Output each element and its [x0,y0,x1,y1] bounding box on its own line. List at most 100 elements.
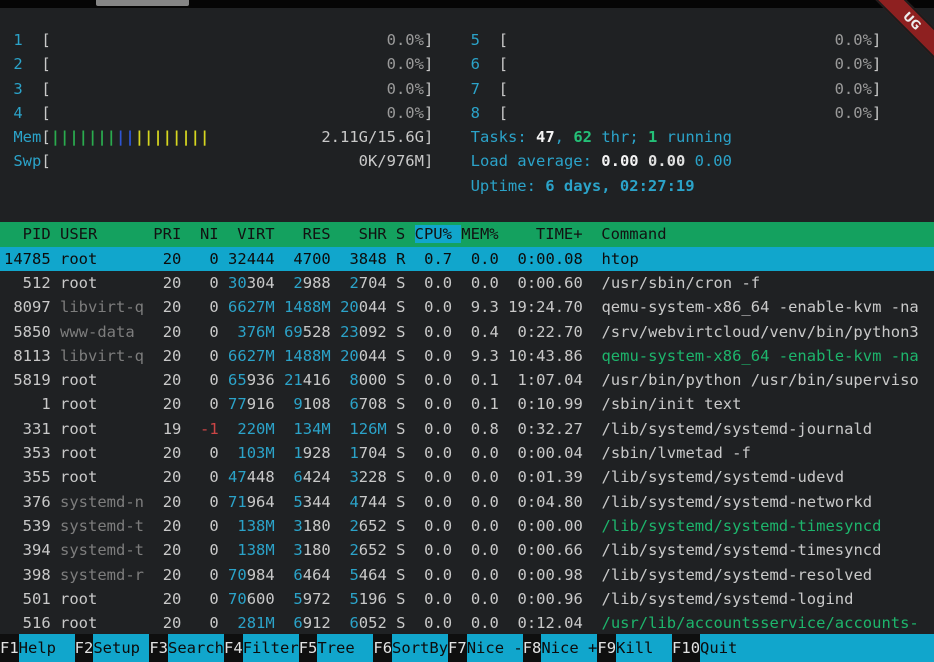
cell-mem-pct: 0.0 [461,590,498,608]
htop-app: 1 [ 0.0%] 5 [ 0.0%] 2 [ 0.0%] 6 [ 0.0%] … [0,0,934,662]
cell-time: 0:10.99 [508,395,583,413]
cell-command: htop [601,250,638,268]
process-row-501[interactable]: 501 root 20 0 70600 5972 5196 S 0.0 0.0 … [0,587,934,611]
cell-cpu-pct: 0.0 [415,517,452,535]
cell-time: 0:00.96 [508,590,583,608]
process-row-5819[interactable]: 5819 root 20 0 65936 21416 8000 S 0.0 0.… [0,368,934,392]
fn-key-f6[interactable]: F6SortBy [373,634,448,662]
fn-key-f8[interactable]: F8Nice + [523,634,598,662]
process-row-539[interactable]: 539 systemd-t 20 0 138M 3180 2652 S 0.0 … [0,514,934,538]
process-row-14785[interactable]: 14785 root 20 0 32444 4700 3848 R 0.7 0.… [0,247,934,271]
running-count: 1 [648,128,657,146]
cell-mem-pct: 0.1 [461,395,498,413]
cell-mem-pct: 0.0 [461,614,498,632]
sort-column-header[interactable]: CPU% [415,225,462,243]
memory-bar-used: ||||||| [51,128,116,146]
fn-key-f7[interactable]: F7Nice - [448,634,523,662]
blank-row [0,198,934,222]
cpu-meter-label-8: 8 [471,104,480,122]
cell-cpu-pct: 0.0 [415,347,452,365]
cell-user: libvirt-q [60,347,144,365]
fn-key-label: Quit [700,634,737,662]
fn-key-f4[interactable]: F4Filter [224,634,299,662]
cell-command: /lib/systemd/systemd-journald [601,420,872,438]
cell-cpu-pct: 0.0 [415,541,452,559]
cpu-meter-value-8: 0.0% [508,104,872,122]
process-row-8097[interactable]: 8097 libvirt-q 20 0 6627M 1488M 20044 S … [0,295,934,319]
cell-mem-pct: 0.0 [461,444,498,462]
fn-key-number: F4 [224,634,243,662]
fn-key-f2[interactable]: F2Setup [75,634,150,662]
threads-count: 62 [573,128,592,146]
cell-time: 10:43.86 [508,347,583,365]
cell-pid: 5850 [4,323,51,341]
cell-ni: 0 [191,371,219,389]
cell-ni: 0 [191,444,219,462]
process-row-516[interactable]: 516 root 20 0 281M 6912 6052 S 0.0 0.0 0… [0,611,934,635]
table-header-row[interactable]: PID USER PRI NI VIRT RES SHR S CPU% MEM%… [0,222,934,246]
process-row-394[interactable]: 394 systemd-t 20 0 138M 3180 2652 S 0.0 … [0,538,934,562]
cell-pid: 512 [4,274,51,292]
cell-time: 0:04.80 [508,493,583,511]
cell-cpu-pct: 0.0 [415,468,452,486]
cpu-meter-row-3: 3 [ 0.0%] 7 [ 0.0%] [0,77,934,101]
cpu-meter-row-1: 1 [ 0.0%] 5 [ 0.0%] [0,28,934,52]
tasks-label: Tasks: [471,128,536,146]
cell-user: systemd-t [60,517,144,535]
cell-user: root [60,395,144,413]
cell-command: /usr/bin/python /usr/bin/superviso [601,371,918,389]
cell-mem-pct: 9.3 [461,298,498,316]
cell-command: /srv/webvirtcloud/venv/bin/python3 [601,323,918,341]
cpu-meter-value-2: 0.0% [51,55,424,73]
cell-time: 19:24.70 [508,298,583,316]
process-row-5850[interactable]: 5850 www-data 20 0 376M 69528 23092 S 0.… [0,320,934,344]
cell-cpu-pct: 0.0 [415,566,452,584]
cell-ni: 0 [191,323,219,341]
fn-key-number: F10 [672,634,700,662]
cell-mem-pct: 0.0 [461,274,498,292]
cell-mem-pct: 9.3 [461,347,498,365]
cell-ni: 0 [191,493,219,511]
cell-ni: 0 [191,590,219,608]
cell-user: root [60,468,144,486]
table-columns-right: MEM% TIME+ Command [461,225,666,243]
process-row-8113[interactable]: 8113 libvirt-q 20 0 6627M 1488M 20044 S … [0,344,934,368]
load-average-label: Load average: [471,152,602,170]
process-row-376[interactable]: 376 systemd-n 20 0 71964 5344 4744 S 0.0… [0,490,934,514]
cell-pid: 8113 [4,347,51,365]
cell-ni: 0 [191,347,219,365]
cpu-meter-value-5: 0.0% [508,31,872,49]
cell-pri: 20 [153,566,181,584]
fn-key-number: F8 [523,634,542,662]
cell-pri: 20 [153,590,181,608]
cpu-meter-value-4: 0.0% [51,104,424,122]
cpu-meter-value-1: 0.0% [51,31,424,49]
window-drag-tab[interactable] [96,0,189,6]
process-row-353[interactable]: 353 root 20 0 103M 1928 1704 S 0.0 0.0 0… [0,441,934,465]
process-row-512[interactable]: 512 root 20 0 30304 2988 2704 S 0.0 0.0 … [0,271,934,295]
cell-pri: 20 [153,395,181,413]
cell-pri: 20 [153,517,181,535]
cell-pid: 1 [4,395,51,413]
fn-key-f9[interactable]: F9Kill [597,634,672,662]
cell-pri: 20 [153,493,181,511]
fn-key-f10[interactable]: F10Quit [672,634,737,662]
memory-meter-label: Mem [13,128,41,146]
fn-key-f3[interactable]: F3Search [149,634,224,662]
process-row-355[interactable]: 355 root 20 0 47448 6424 3228 S 0.0 0.0 … [0,465,934,489]
fn-key-f1[interactable]: F1Help [0,634,75,662]
fn-key-label: Kill [616,634,672,662]
fn-key-f5[interactable]: F5Tree [299,634,374,662]
cell-time: 0:00.60 [508,274,583,292]
swap-meter-value: 0K/976M [359,152,424,170]
process-row-398[interactable]: 398 systemd-r 20 0 70984 6464 5464 S 0.0… [0,563,934,587]
cell-cpu-pct: 0.0 [415,323,452,341]
cell-command: /lib/systemd/systemd-networkd [601,493,872,511]
process-row-1[interactable]: 1 root 20 0 77916 9108 6708 S 0.0 0.1 0:… [0,392,934,416]
cell-ni: 0 [191,468,219,486]
process-row-331[interactable]: 331 root 19 -1 220M 134M 126M S 0.0 0.8 … [0,417,934,441]
cell-pri: 20 [153,250,181,268]
cell-command: /sbin/lvmetad -f [601,444,750,462]
table-columns-left: PID USER PRI NI VIRT RES SHR S [4,225,415,243]
cell-cpu-pct: 0.0 [415,493,452,511]
